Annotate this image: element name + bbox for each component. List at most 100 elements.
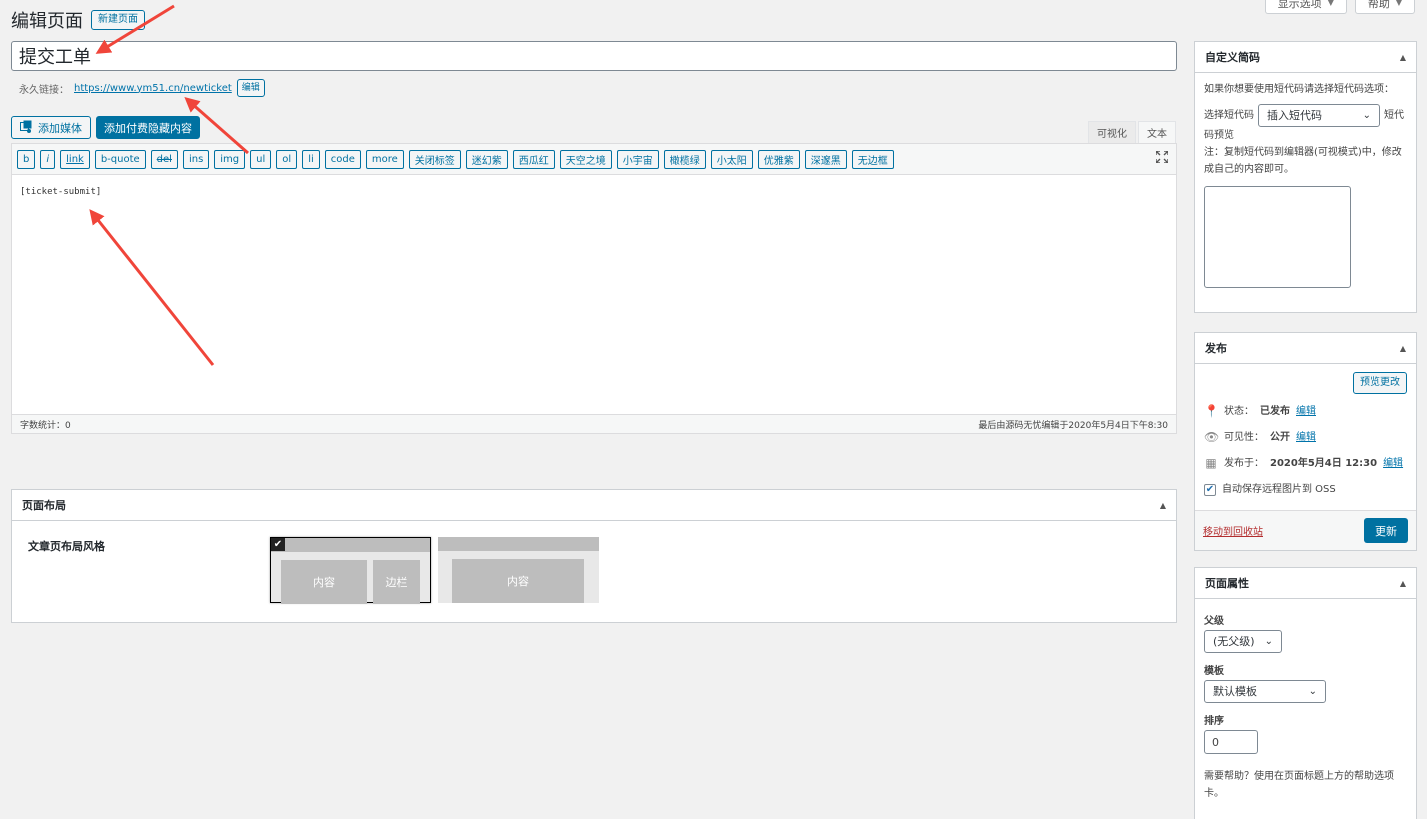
word-count: 字数统计：0 <box>20 420 71 431</box>
visibility-value: 公开 <box>1270 432 1290 443</box>
permalink-edit-button[interactable]: 编辑 <box>236 79 265 97</box>
template-label: 模板 <box>1204 666 1224 677</box>
move-to-trash-link[interactable]: 移动到回收站 <box>1203 523 1263 538</box>
qt-button[interactable]: 深邃黑 <box>804 149 847 169</box>
qt-button[interactable]: code <box>324 149 361 169</box>
status-row: 📍 状态： 已发布 编辑 <box>1204 403 1407 420</box>
permalink-url[interactable]: https://www.ym51.cn/newticket <box>74 83 232 94</box>
postbox-title: 页面属性 <box>1205 577 1249 590</box>
shortcode-select-label: 选择短代码 <box>1204 110 1254 121</box>
media-buttons: 添加媒体 添加付费隐藏内容 <box>11 116 200 139</box>
date-label: 发布于： <box>1224 458 1264 469</box>
qt-button[interactable]: i <box>40 149 56 169</box>
screen-options-button[interactable]: 显示选项 ▼ <box>1264 0 1347 14</box>
shortcode-body: 如果你想要使用短代码请选择短代码选项： 选择短代码 插入短代码 ⌄ 短代 码预览 … <box>1195 73 1416 296</box>
status-edit-link[interactable]: 编辑 <box>1296 403 1316 420</box>
pin-icon: 📍 <box>1204 404 1219 418</box>
qt-button[interactable]: ol <box>276 149 298 169</box>
visibility-edit-link[interactable]: 编辑 <box>1296 429 1316 446</box>
preview-changes-button[interactable]: 预览更改 <box>1353 372 1407 394</box>
attributes-help: 需要帮助？使用在页面标题上方的帮助选项卡。 <box>1204 771 1394 799</box>
shortcode-preview-textarea[interactable] <box>1204 186 1351 288</box>
eye-icon: 👁 <box>1204 430 1220 444</box>
page-header: 编辑页面 新建页面 <box>11 7 145 33</box>
qt-button[interactable]: 天空之境 <box>559 149 612 169</box>
chevron-down-icon: ⌄ <box>1362 110 1371 121</box>
screen-options-label: 显示选项 <box>1277 0 1322 10</box>
template-select[interactable]: 默认模板 ⌄ <box>1204 680 1326 703</box>
parent-select[interactable]: (无父级) ⌄ <box>1204 630 1282 653</box>
qt-button[interactable]: ins <box>182 149 210 169</box>
qt-button[interactable]: 关闭标签 <box>408 149 461 169</box>
tab-visual[interactable]: 可视化 <box>1088 121 1136 143</box>
qt-button[interactable]: 优雅紫 <box>757 149 800 169</box>
postbox-title: 自定义简码 <box>1205 51 1260 64</box>
collapse-icon[interactable]: ▲ <box>1160 501 1166 510</box>
qt-button[interactable]: link <box>60 149 90 169</box>
add-media-button[interactable]: 添加媒体 <box>11 116 91 139</box>
layout-content-block: 内容 <box>281 560 367 604</box>
postbox-title: 页面布局 <box>22 499 66 512</box>
oss-checkbox[interactable]: ✔ <box>1204 483 1216 496</box>
post-title-input[interactable]: 提交工单 <box>11 41 1177 71</box>
postbox-header[interactable]: 页面属性 ▲ <box>1195 568 1416 599</box>
qt-button[interactable]: more <box>365 149 404 169</box>
qt-button[interactable]: del <box>150 149 178 169</box>
postbox-title: 发布 <box>1205 342 1227 355</box>
qt-button[interactable]: li <box>302 149 320 169</box>
postbox-header[interactable]: 自定义简码 ▲ <box>1195 42 1416 73</box>
text-editor: b i link b-quote del ins img ul ol li co… <box>11 143 1177 434</box>
qt-button[interactable]: ul <box>250 149 272 169</box>
permalink-label: 永久链接： <box>19 84 69 96</box>
page-title: 编辑页面 <box>11 11 83 32</box>
qt-button[interactable]: 无边框 <box>851 149 894 169</box>
help-button[interactable]: 帮助 ▼ <box>1354 0 1415 14</box>
order-label: 排序 <box>1204 716 1224 727</box>
permalink-row: 永久链接： https://www.ym51.cn/newticket 编辑 <box>19 79 265 97</box>
layout-opt-header <box>271 538 430 552</box>
page-layout-box: 页面布局 ▲ 文章页布局风格 ✔ 内容 边栏 内容 <box>11 489 1177 623</box>
collapse-icon[interactable]: ▲ <box>1400 344 1406 353</box>
help-label: 帮助 <box>1367 0 1390 10</box>
visibility-row: 👁 可见性： 公开 编辑 <box>1204 429 1407 446</box>
attributes-body: 父级 (无父级) ⌄ 模板 默认模板 ⌄ 排序 0 需要帮助？使用在页面标题上方的帮… <box>1195 599 1416 810</box>
layout-option-full[interactable]: 内容 <box>438 537 599 603</box>
update-button[interactable]: 更新 <box>1364 518 1408 543</box>
shortcode-intro: 如果你想要使用短代码请选择短代码选项： <box>1204 84 1394 95</box>
layout-content-block: 内容 <box>452 559 584 603</box>
caret-down-icon: ▼ <box>1395 0 1402 7</box>
editor-status-bar: 字数统计：0 最后由源码无忧编辑于2020年5月4日下午8:30 <box>12 414 1176 433</box>
qt-button[interactable]: img <box>214 149 246 169</box>
date-edit-link[interactable]: 编辑 <box>1383 455 1403 472</box>
last-edit-info: 最后由源码无忧编辑于2020年5月4日下午8:30 <box>978 420 1168 431</box>
collapse-icon[interactable]: ▲ <box>1400 579 1406 588</box>
qt-button[interactable]: b-quote <box>94 149 146 169</box>
add-paid-content-button[interactable]: 添加付费隐藏内容 <box>96 116 200 139</box>
add-media-label: 添加媒体 <box>38 121 82 135</box>
preview-label-a: 短代 <box>1384 110 1404 121</box>
layout-option-sidebar[interactable]: ✔ 内容 边栏 <box>270 537 431 604</box>
date-value: 2020年5月4日 12:30 <box>1270 458 1378 469</box>
postbox-header[interactable]: 发布 ▲ <box>1195 333 1416 364</box>
order-input[interactable]: 0 <box>1204 730 1258 754</box>
fullscreen-icon[interactable] <box>1155 150 1169 167</box>
parent-label: 父级 <box>1204 616 1224 627</box>
publish-actions: 移动到回收站 更新 <box>1195 510 1416 550</box>
qt-button[interactable]: b <box>17 149 36 169</box>
publish-box: 发布 ▲ 预览更改 📍 状态： 已发布 编辑 👁 可见性： 公开 编辑 ▦ 发布… <box>1194 332 1417 551</box>
tab-text[interactable]: 文本 <box>1138 121 1176 143</box>
calendar-icon: ▦ <box>1205 456 1217 470</box>
qt-button[interactable]: 小宇宙 <box>616 149 659 169</box>
qt-button[interactable]: 橄榄绿 <box>663 149 706 169</box>
qt-button[interactable]: 迷幻紫 <box>465 149 508 169</box>
shortcode-select-value: 插入短代码 <box>1267 109 1322 122</box>
editor-mode-tabs: 可视化 文本 <box>1088 121 1176 143</box>
editor-textarea[interactable]: [ticket-submit] <box>12 175 1176 414</box>
qt-button[interactable]: 小太阳 <box>710 149 753 169</box>
qt-button[interactable]: 西瓜红 <box>512 149 555 169</box>
oss-label: 自动保存远程图片到 OSS <box>1222 484 1336 495</box>
shortcode-select[interactable]: 插入短代码 ⌄ <box>1258 104 1380 127</box>
postbox-header[interactable]: 页面布局 ▲ <box>12 490 1176 521</box>
new-page-button[interactable]: 新建页面 <box>91 10 145 30</box>
collapse-icon[interactable]: ▲ <box>1400 53 1406 62</box>
